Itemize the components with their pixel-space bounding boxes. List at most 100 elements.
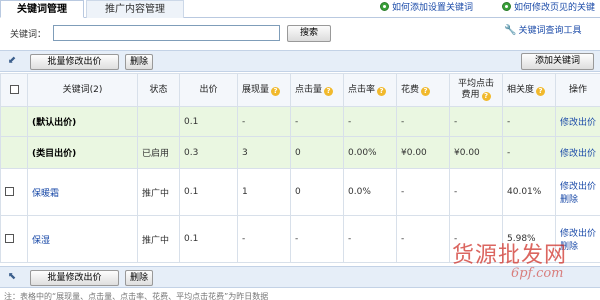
bid-cell: 0.1 (179, 106, 238, 137)
help-question-icon[interactable]: ? (481, 92, 491, 101)
footnote: 注：表格中的“展现量、点击量、点击率、花费、平均点击花费”为昨日数据 (4, 292, 269, 300)
header-label: 点击量 (295, 84, 323, 95)
relevance-cell: - (502, 106, 556, 137)
impressions-cell: 1 (237, 168, 291, 216)
header-bid: 出价 (179, 73, 238, 107)
cost-cell: - (396, 106, 450, 137)
header-clicks: 点击量? (290, 73, 344, 107)
cost-cell: - (396, 215, 450, 263)
delete-link[interactable]: 删除 (560, 195, 578, 205)
status-cell (137, 106, 180, 137)
help-link-label: 如何修改页见的关键 (514, 3, 596, 13)
header-action: 操作 (555, 73, 600, 107)
relevance-cell: - (502, 136, 556, 169)
clicks-cell: - (290, 215, 344, 263)
header-relevance: 相关度? (502, 73, 556, 107)
ctr-cell: 0.00% (343, 136, 397, 169)
clicks-cell: 0 (290, 136, 344, 169)
row-check-cell (0, 136, 28, 169)
header-label: 花费 (401, 84, 420, 95)
table-row-default-bid: (默认出价) 0.1 - - - - - - 修改出价 (0, 106, 600, 137)
header-label: 展现量 (242, 84, 270, 95)
impressions-cell: - (237, 215, 291, 263)
clicks-cell: 0 (290, 168, 344, 216)
header-keyword: 关键词(2) (27, 73, 138, 107)
action-cell: 修改出价 (555, 136, 600, 169)
table-header-row: 关键词(2) 状态 出价 展现量? 点击量? 点击率? 花费? 平均点击费用? … (0, 73, 600, 107)
avg-cpc-cell: - (449, 168, 503, 216)
relevance-cell: 40.01% (502, 168, 556, 216)
table-row: 保暖霜 推广中 0.1 1 0 0.0% - - 40.01% 修改出价 删除 (0, 168, 600, 216)
select-all-header (0, 73, 28, 107)
modify-bid-link[interactable]: 修改出价 (560, 149, 596, 159)
header-ctr: 点击率? (343, 73, 397, 107)
select-all-checkbox[interactable] (9, 84, 19, 94)
help-question-icon[interactable]: ? (324, 86, 334, 96)
arrow-down-left-icon: ⬋ (7, 55, 17, 66)
help-link-add-keyword[interactable]: 如何添加设置关键词 (380, 1, 473, 15)
tab-keyword-management[interactable]: 关键词管理 (0, 0, 84, 18)
bid-cell: 0.3 (179, 136, 238, 169)
delete-button[interactable]: 删除 (125, 270, 153, 286)
row-check-cell (0, 215, 28, 263)
search-button[interactable]: 搜索 (287, 25, 331, 42)
delete-button[interactable]: 删除 (125, 54, 153, 70)
help-link-label: 如何添加设置关键词 (392, 3, 474, 13)
modify-bid-link[interactable]: 修改出价 (560, 118, 596, 128)
help-question-icon[interactable]: ? (377, 86, 387, 96)
ctr-cell: - (343, 215, 397, 263)
help-question-icon[interactable]: ? (536, 86, 546, 96)
keyword-query-tool-link[interactable]: 🔧 关键词查询工具 (504, 24, 581, 38)
row-checkbox[interactable] (5, 234, 14, 243)
cost-cell: - (396, 168, 450, 216)
help-question-icon[interactable]: ? (421, 86, 431, 96)
status-cell: 推广中 (137, 215, 180, 263)
header-cost: 花费? (396, 73, 450, 107)
keyword-link[interactable]: 保湿 (32, 236, 50, 246)
batch-modify-bid-button[interactable]: 批量修改出价 (30, 54, 119, 70)
watermark-url: 6pf.com (511, 266, 564, 281)
help-icon (502, 2, 511, 11)
tool-link-label: 关键词查询工具 (518, 26, 582, 36)
impressions-cell: 3 (237, 136, 291, 169)
ctr-cell: 0.0% (343, 168, 397, 216)
top-toolbar: ⬋ 批量修改出价 删除 添加关键词 (0, 50, 600, 72)
avg-cpc-cell: - (449, 106, 503, 137)
add-keyword-button[interactable]: 添加关键词 (521, 53, 594, 70)
bid-cell: 0.1 (179, 215, 238, 263)
header-status: 状态 (137, 73, 180, 107)
keyword-cell: (默认出价) (27, 106, 138, 137)
keyword-cell: 保湿 (27, 215, 138, 263)
tab-promotion-content[interactable]: 推广内容管理 (86, 0, 184, 18)
help-icon (380, 2, 389, 11)
header-label: 相关度 (507, 84, 535, 95)
avg-cpc-cell: ¥0.00 (449, 136, 503, 169)
keyword-table: 关键词(2) 状态 出价 展现量? 点击量? 点击率? 花费? 平均点击费用? … (0, 73, 600, 263)
action-cell: 修改出价 (555, 106, 600, 137)
header-avg-cpc: 平均点击费用? (449, 73, 503, 107)
table-row-category-bid: (类目出价) 已启用 0.3 3 0 0.00% ¥0.00 ¥0.00 - 修… (0, 136, 600, 169)
modify-bid-link[interactable]: 修改出价 (560, 182, 596, 192)
bottom-toolbar: ⬉ 批量修改出价 删除 (0, 266, 600, 288)
keyword-link[interactable]: 保暖霜 (32, 189, 59, 199)
header-label: 点击率 (348, 84, 376, 95)
row-check-cell (0, 168, 28, 216)
status-cell: 已启用 (137, 136, 180, 169)
keyword-cell: 保暖霜 (27, 168, 138, 216)
arrow-up-left-icon: ⬉ (7, 271, 17, 282)
tab-bar: 关键词管理 推广内容管理 如何添加设置关键词 如何修改页见的关键 (0, 0, 600, 18)
help-question-icon[interactable]: ? (271, 86, 281, 96)
help-link-modify[interactable]: 如何修改页见的关键 (502, 1, 595, 15)
bid-cell: 0.1 (179, 168, 238, 216)
ctr-cell: - (343, 106, 397, 137)
row-check-cell (0, 106, 28, 137)
header-impressions: 展现量? (237, 73, 291, 107)
impressions-cell: - (237, 106, 291, 137)
watermark-text: 货源批发网 (452, 243, 568, 268)
cost-cell: ¥0.00 (396, 136, 450, 169)
batch-modify-bid-button[interactable]: 批量修改出价 (30, 270, 119, 286)
wrench-icon: 🔧 (504, 25, 517, 36)
keyword-search-input[interactable] (53, 25, 280, 41)
row-checkbox[interactable] (5, 187, 14, 196)
keyword-cell: (类目出价) (27, 136, 138, 169)
